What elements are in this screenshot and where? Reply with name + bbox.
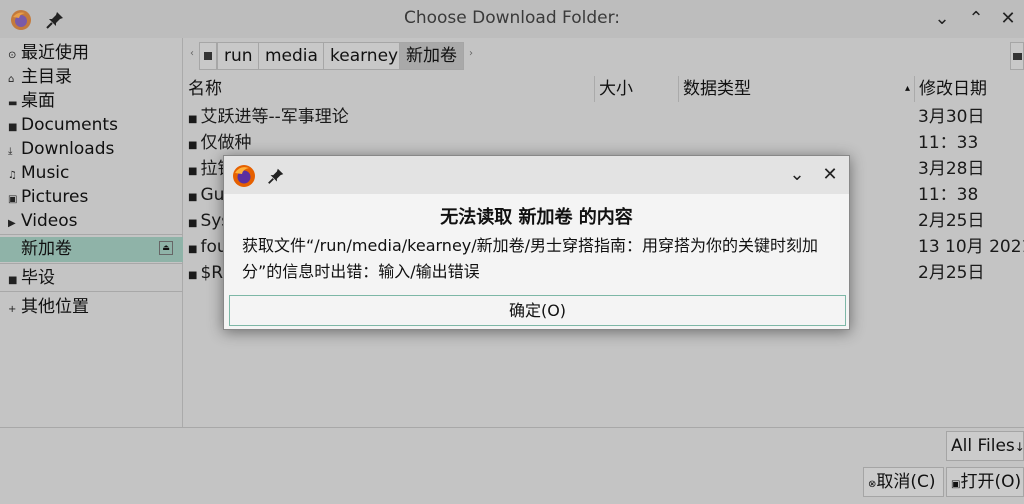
places-sidebar: ⊙ 最近使用 ⌂ 主目录 ▬ 桌面 ■ Documents ⤓ Downloads ♫ Mu… — [0, 38, 183, 428]
table-row[interactable]: ■ 仅做种 11：33 — [184, 130, 1024, 156]
column-header-name[interactable]: 名称 — [184, 76, 595, 102]
sort-ascending-icon: ▴ — [904, 83, 910, 94]
plus-icon: + — [8, 304, 17, 315]
folder-icon: ■ — [188, 114, 198, 125]
dialog-minimize-button[interactable]: ⌄ — [785, 164, 809, 186]
cancel-label: 取消(C) — [876, 472, 936, 492]
column-header-type[interactable]: 数据类型 ▴ — [679, 76, 915, 102]
minimize-button[interactable]: ⌄ — [930, 8, 954, 30]
open-label: 打开(O) — [960, 472, 1022, 492]
dialog-title: 无法读取 新加卷 的内容 — [440, 207, 633, 228]
path-bar: ‹ run media kearney 新加卷 › — [187, 42, 1024, 72]
sidebar-item-desktop[interactable]: ▬ 桌面 — [0, 89, 183, 113]
folder-icon: ■ — [188, 270, 198, 281]
sidebar-item-recent[interactable]: ⊙ 最近使用 — [0, 41, 183, 65]
new-folder-button[interactable] — [1010, 42, 1024, 70]
ok-button[interactable]: 确定(O) — [229, 295, 846, 326]
sidebar-item-label: Documents — [21, 115, 118, 135]
file-modified: 2月25日 — [918, 211, 985, 231]
folder-icon: ■ — [188, 244, 198, 255]
pin-icon[interactable] — [266, 166, 286, 186]
sidebar-item-label: Downloads — [21, 139, 115, 159]
crumb-kearney[interactable]: kearney — [323, 42, 406, 70]
new-folder-icon — [1013, 53, 1022, 60]
crumb-run[interactable]: run — [217, 42, 260, 70]
maximize-button[interactable]: ⌃ — [964, 8, 988, 30]
sidebar-item-music[interactable]: ♫ Music — [0, 161, 183, 185]
table-row[interactable]: ■ 艾跃进等--军事理论 3月30日 — [184, 104, 1024, 130]
close-button[interactable]: ✕ — [996, 8, 1020, 30]
crumb-media[interactable]: media — [258, 42, 325, 70]
bottom-divider — [0, 427, 1024, 428]
drive-icon: ■ — [8, 275, 18, 286]
folder-icon: ■ — [188, 166, 198, 177]
sidebar-item-label: Pictures — [21, 187, 89, 207]
dialog-title-bar: ⌄ ✕ — [224, 156, 849, 194]
firefox-icon — [233, 165, 255, 187]
dropdown-arrow-icon: ↓ — [1014, 440, 1024, 454]
dialog-message: 获取文件“/run/media/kearney/新加卷/男士穿搭指南：用穿搭为你… — [242, 236, 819, 281]
sidebar-item-pictures[interactable]: ▣ Pictures — [0, 185, 183, 209]
column-header-modified[interactable]: 修改日期 — [915, 76, 1024, 102]
sidebar-item-volume[interactable]: 新加卷 ⏏ — [0, 237, 183, 262]
sidebar-divider — [0, 234, 183, 235]
sidebar-item-other-locations[interactable]: + 其他位置 — [0, 295, 183, 319]
file-modified: 2月25日 — [918, 263, 985, 283]
file-modified: 11：38 — [918, 185, 979, 205]
eject-icon[interactable]: ⏏ — [159, 241, 173, 255]
path-scroll-right-button[interactable]: › — [469, 48, 473, 59]
file-name: 仅做种 — [200, 133, 252, 153]
sidebar-item-home[interactable]: ⌂ 主目录 — [0, 65, 183, 89]
window-title: Choose Download Folder: — [403, 8, 621, 28]
sidebar-item-drive[interactable]: ■ 毕设 — [0, 266, 183, 290]
error-dialog: ⌄ ✕ 无法读取 新加卷 的内容 获取文件“/run/media/kearney… — [223, 155, 850, 330]
file-modified: 3月30日 — [918, 107, 985, 127]
sidebar-item-videos[interactable]: ▶ Videos — [0, 209, 183, 233]
sidebar-item-label: Music — [21, 163, 70, 183]
videos-icon: ▶ — [8, 218, 16, 229]
sidebar-divider — [0, 291, 183, 292]
folder-icon: ■ — [188, 218, 198, 229]
file-modified: 3月28日 — [918, 159, 985, 179]
sidebar-divider — [0, 263, 183, 264]
dialog-close-button[interactable]: ✕ — [818, 164, 842, 186]
sidebar-item-label: 主目录 — [21, 67, 72, 87]
path-scroll-left-button[interactable]: ‹ — [190, 48, 194, 59]
drive-crumb-button[interactable] — [199, 42, 217, 70]
file-name: Gu — [200, 185, 225, 205]
sidebar-item-downloads[interactable]: ⤓ Downloads — [0, 137, 183, 161]
sidebar-item-documents[interactable]: ■ Documents — [0, 113, 183, 137]
filter-value: All Files — [951, 436, 1015, 456]
drive-icon — [204, 52, 212, 60]
file-modified: 13 10月 2021 — [918, 237, 1024, 257]
open-button[interactable]: ▣打开(O) — [946, 467, 1024, 497]
sidebar-item-label: 毕设 — [21, 268, 55, 288]
column-header-size[interactable]: 大小 — [595, 76, 679, 102]
folder-icon: ■ — [188, 140, 198, 151]
sidebar-item-label: 桌面 — [21, 91, 55, 111]
column-header-label: 数据类型 — [683, 79, 751, 99]
cancel-button[interactable]: ⊗取消(C) — [863, 467, 944, 497]
file-modified: 11：33 — [918, 133, 979, 153]
file-filter-select[interactable]: All Files↓ — [946, 431, 1024, 461]
folder-icon: ■ — [188, 192, 198, 203]
sidebar-item-label: 最近使用 — [21, 43, 89, 63]
sidebar-item-label: 新加卷 — [21, 239, 72, 259]
sidebar-item-label: Videos — [21, 211, 78, 231]
title-bar: Choose Download Folder: ⌄ ⌃ ✕ — [0, 0, 1024, 38]
file-name: 艾跃进等--军事理论 — [200, 107, 349, 127]
crumb-volume[interactable]: 新加卷 — [399, 42, 464, 70]
sidebar-item-label: 其他位置 — [21, 297, 89, 317]
